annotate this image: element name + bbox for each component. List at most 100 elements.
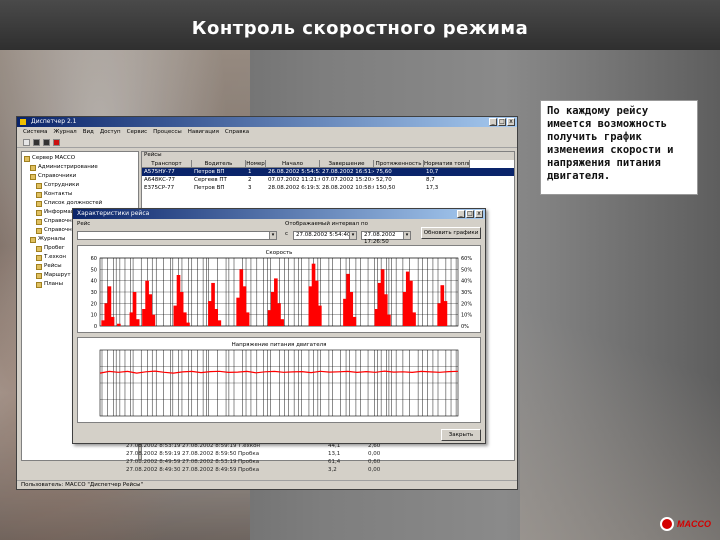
speed-bar [374, 309, 379, 326]
tree-item[interactable]: Справочники [24, 172, 136, 181]
trip-window-controls: _ □ x [457, 210, 483, 218]
table-cell: 27.08.2002 16:51:40 [322, 169, 374, 175]
tree-item-label: Справочники [38, 173, 77, 179]
folder-icon [36, 272, 42, 279]
table-row[interactable]: Е375СР-77 Петров ВП 3 28.08.2002 6:19:32 28.… [142, 184, 514, 192]
menu-processes[interactable]: Процессы [153, 129, 182, 135]
folder-icon [36, 263, 42, 270]
chevron-down-icon[interactable]: ▾ [349, 232, 356, 239]
table-cell: Е375СР-77 [144, 185, 175, 191]
trip-controls: Рейс ▾ Отображаемый интервал с 27.08.200… [73, 219, 485, 245]
folder-icon [36, 245, 42, 252]
speed-bar [107, 286, 112, 326]
tree-item[interactable]: Администрирование [24, 163, 136, 172]
company-logo: MACCO [660, 514, 718, 534]
folder-icon [36, 281, 42, 288]
trip-window-title: Характеристики рейса [77, 210, 150, 217]
table-cell: 8,7 [426, 177, 435, 183]
minimize-button[interactable]: _ [457, 210, 465, 218]
speed-bar [245, 312, 250, 326]
table-row[interactable]: 27.08.2002 8:49:59 27.08.2002 8:53:19 Проб… [124, 458, 498, 466]
tree-item-label: Сервер МАССО [32, 155, 76, 161]
tree-item-label: Маршрут [44, 272, 71, 278]
speed-bar [405, 271, 410, 326]
column-header[interactable]: Завершение [320, 160, 374, 168]
folder-icon [30, 164, 36, 171]
menu-help[interactable]: Справка [225, 129, 249, 135]
menu-navigation[interactable]: Навигация [188, 129, 219, 135]
menu-journal[interactable]: Журнал [54, 129, 77, 135]
folder-icon [36, 182, 42, 189]
menu-access[interactable]: Доступ [100, 129, 121, 135]
tree-item[interactable]: Сервер МАССО [24, 154, 136, 163]
refresh-charts-button[interactable]: Обновить графики [421, 227, 481, 239]
table-row[interactable]: 27.08.2002 8:59:19 27.08.2002 8:59:50 Проб… [124, 450, 498, 458]
speed-bar [173, 305, 178, 326]
table-cell: 26.08.2002 5:54:53 [268, 169, 320, 175]
table-row[interactable]: А648КС-77 Сергеев ПТ 2 07.07.2002 11:21:090… [142, 176, 514, 184]
trips-caption: Рейсы [142, 152, 514, 160]
speed-bar [377, 282, 382, 326]
speed-bar [311, 263, 316, 326]
menu-view[interactable]: Вид [83, 129, 94, 135]
menu-system[interactable]: Система [23, 129, 48, 135]
back-icon[interactable] [33, 138, 40, 146]
table-cell: Сергеев ПТ [194, 177, 227, 183]
app-icon [20, 119, 26, 125]
column-header[interactable]: Номер [246, 160, 266, 168]
server-icon [24, 155, 30, 162]
speed-bar [239, 269, 244, 326]
folder-icon [36, 191, 42, 198]
column-header[interactable]: Норматив топлива [424, 160, 470, 168]
tree-icon[interactable] [23, 138, 30, 146]
speed-bar [274, 278, 278, 326]
speed-bar [182, 312, 187, 326]
speed-bar [129, 312, 134, 326]
chevron-down-icon[interactable]: ▾ [403, 232, 410, 239]
close-button[interactable]: x [475, 210, 483, 218]
tree-item-label: Администрирование [38, 164, 98, 170]
y-tick-label-right: 10% [461, 313, 472, 319]
speed-bar [151, 314, 156, 326]
column-header[interactable]: Водитель [192, 160, 246, 168]
interval-label: Отображаемый интервал [285, 221, 360, 227]
y-tick-label: 30 [91, 290, 97, 296]
speed-bar [236, 297, 240, 326]
speed-bar [346, 273, 350, 326]
speed-bar [135, 319, 140, 326]
close-window-button[interactable]: Закрыть [441, 429, 481, 441]
y-tick-label: 50 [91, 267, 97, 273]
minimize-button[interactable]: _ [489, 118, 497, 126]
close-button[interactable]: x [507, 118, 515, 126]
table-cell: 27.08.2002 8:59:19 [126, 451, 180, 457]
tree-item-label: Пробег [44, 245, 65, 251]
maximize-button[interactable]: □ [498, 118, 506, 126]
tree-item[interactable]: Контакты [24, 190, 136, 199]
tree-item[interactable]: Список должностей [24, 199, 136, 208]
table-cell: Пробка [238, 467, 260, 473]
speed-bar [349, 292, 354, 326]
interval-from-input[interactable]: 27.08.2002 5:54:40 ▾ [293, 231, 357, 240]
column-header[interactable]: Протяженность [374, 160, 424, 168]
table-cell: 17,3 [426, 185, 439, 191]
interval-to-input[interactable]: 27.08.2002 17:26:50 ▾ [361, 231, 411, 245]
stop-icon[interactable] [53, 138, 60, 146]
chart-title: Напряжение питания двигателя [232, 342, 327, 348]
chevron-down-icon[interactable]: ▾ [269, 232, 276, 239]
forward-icon[interactable] [43, 138, 50, 146]
tree-item[interactable]: Сотрудники [24, 181, 136, 190]
trip-label: Рейс [77, 221, 91, 227]
segments-rows: 27.08.2002 8:53:19 27.08.2002 8:59:19 Т.ех… [124, 442, 498, 474]
description-note: По каждому рейсу имеется возможность пол… [540, 100, 698, 195]
column-header[interactable]: Начало [266, 160, 320, 168]
table-row[interactable]: 27.08.2002 8:49:30 27.08.2002 8:49:59 Проб… [124, 466, 498, 474]
maximize-button[interactable]: □ [466, 210, 474, 218]
table-row[interactable]: А575НУ-77 Петров ВП 1 26.08.2002 5:54:53 27.… [142, 168, 514, 176]
table-cell: 75,60 [376, 169, 392, 175]
table-cell: А575НУ-77 [144, 169, 175, 175]
trip-titlebar: Характеристики рейса _ □ x [73, 209, 485, 219]
menu-service[interactable]: Сервис [127, 129, 148, 135]
column-header[interactable]: Транспорт [142, 160, 192, 168]
trip-select[interactable]: ▾ [77, 231, 277, 240]
trips-rows: А575НУ-77 Петров ВП 1 26.08.2002 5:54:53 27.… [142, 168, 514, 192]
